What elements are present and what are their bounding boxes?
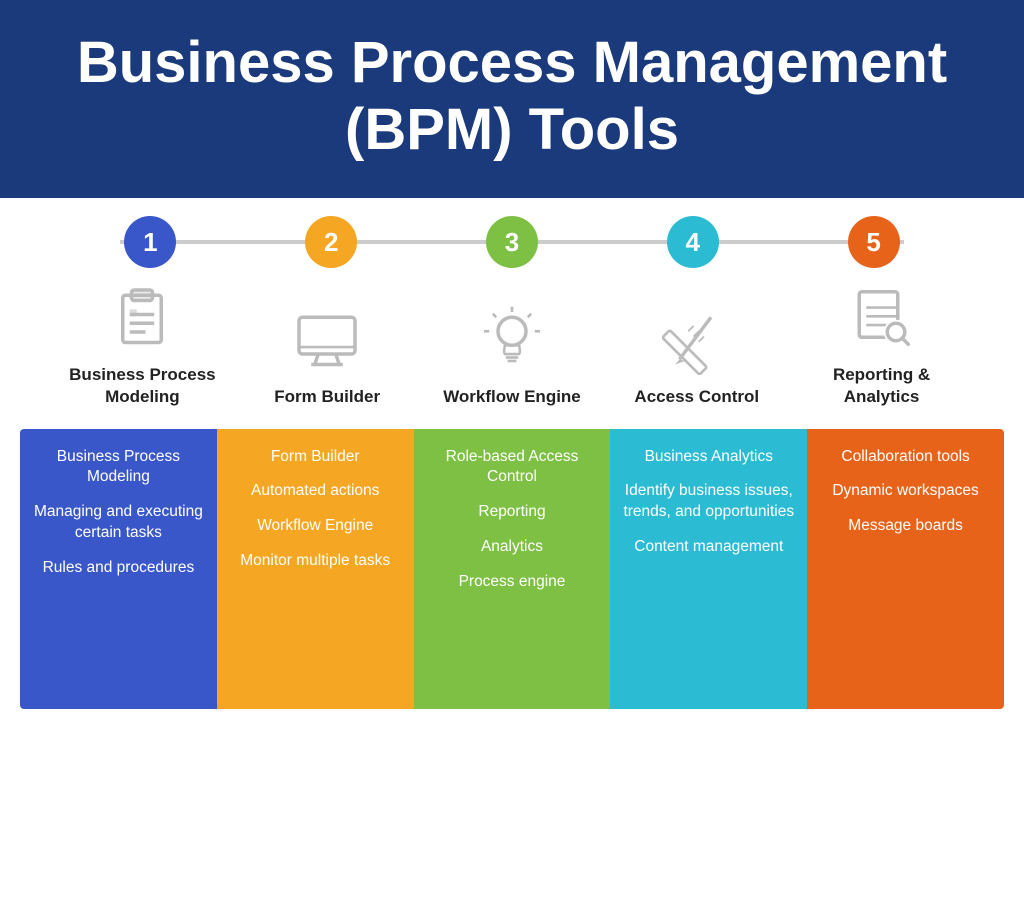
grid-item: Workflow Engine <box>229 516 402 537</box>
grid-item: Automated actions <box>229 481 402 502</box>
icon-label-1: Business ProcessModeling <box>69 364 215 408</box>
grid-item: Managing and executing certain tasks <box>32 502 205 544</box>
icon-col-5: Reporting &Analytics <box>798 278 964 408</box>
grid-item: Message boards <box>819 516 992 537</box>
grid-item: Dynamic workspaces <box>819 481 992 502</box>
page-title: Business Process Management (BPM) Tools <box>40 30 984 163</box>
timeline-section: 1 2 3 4 5 Business ProcessModeling <box>0 198 1024 408</box>
clipboard-icon <box>102 278 182 358</box>
icon-col-4: Access Control <box>614 300 780 408</box>
grid-item: Business Analytics <box>622 447 795 468</box>
grid-section: Business Process Modeling Managing and e… <box>20 429 1004 709</box>
grid-item: Role-based Access Control <box>426 447 599 489</box>
grid-item: Reporting <box>426 502 599 523</box>
icon-label-2: Form Builder <box>274 386 380 408</box>
grid-col-1: Business Process Modeling Managing and e… <box>20 429 217 709</box>
number-4: 4 <box>667 216 719 268</box>
number-2: 2 <box>305 216 357 268</box>
icon-label-3: Workflow Engine <box>443 386 581 408</box>
grid-col-2: Form Builder Automated actions Workflow … <box>217 429 414 709</box>
lightbulb-icon <box>472 300 552 380</box>
icon-col-3: Workflow Engine <box>429 300 595 408</box>
icons-row: Business ProcessModeling Form Builder <box>20 268 1004 408</box>
grid-col-5: Collaboration tools Dynamic workspaces M… <box>807 429 1004 709</box>
grid-item: Rules and procedures <box>32 558 205 579</box>
grid-item: Collaboration tools <box>819 447 992 468</box>
grid-col-4: Business Analytics Identify business iss… <box>610 429 807 709</box>
grid-col-3: Role-based Access Control Reporting Anal… <box>414 429 611 709</box>
number-5: 5 <box>848 216 900 268</box>
chart-icon <box>842 278 922 358</box>
grid-item: Identify business issues, trends, and op… <box>622 481 795 523</box>
icon-label-4: Access Control <box>634 386 759 408</box>
icon-col-2: Form Builder <box>244 300 410 408</box>
grid-item: Form Builder <box>229 447 402 468</box>
number-1: 1 <box>124 216 176 268</box>
icon-label-5: Reporting &Analytics <box>833 364 930 408</box>
grid-item: Process engine <box>426 572 599 593</box>
grid-item: Analytics <box>426 537 599 558</box>
icon-col-1: Business ProcessModeling <box>59 278 225 408</box>
timeline-numbers-row: 1 2 3 4 5 <box>20 198 1004 268</box>
number-3: 3 <box>486 216 538 268</box>
monitor-icon <box>287 300 367 380</box>
grid-item: Business Process Modeling <box>32 447 205 489</box>
grid-item: Content management <box>622 537 795 558</box>
grid-item: Monitor multiple tasks <box>229 551 402 572</box>
header: Business Process Management (BPM) Tools <box>0 0 1024 198</box>
tools-icon <box>657 300 737 380</box>
